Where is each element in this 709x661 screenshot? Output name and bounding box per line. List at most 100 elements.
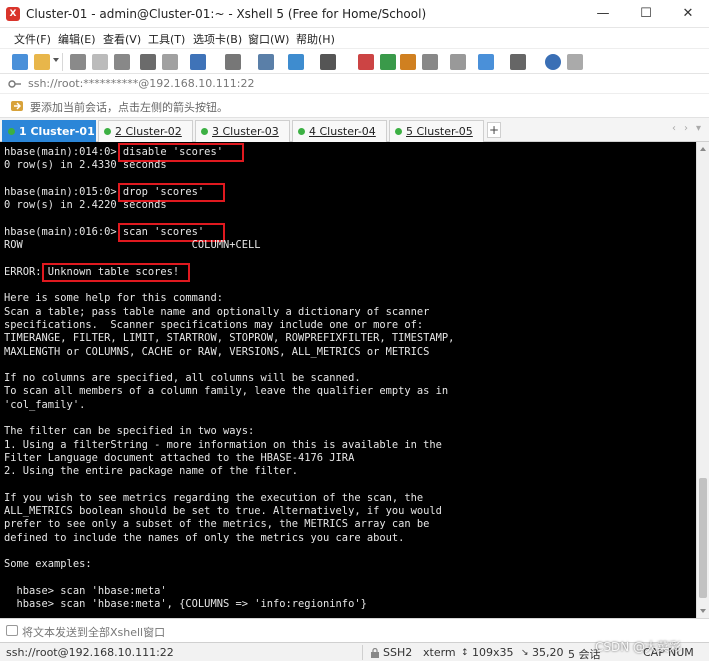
terminal-line: 1. Using a filterString - more informati… <box>4 438 442 451</box>
terminal-line: 2. Using the entire package name of the … <box>4 465 299 478</box>
terminal-line: Here is some help for this command: <box>4 292 223 305</box>
terminal-line: prefer to see only a subset of the metri… <box>4 518 430 531</box>
new-tab-icon[interactable] <box>478 54 494 70</box>
terminal-size-icon: ↕ <box>461 648 469 658</box>
maximize-button[interactable]: ☐ <box>628 3 664 25</box>
terminal-line: If no columns are specified, all columns… <box>4 372 361 385</box>
session-tab-bar: 1 Cluster-01 2 Cluster-02 3 Cluster-03 4… <box>0 118 709 142</box>
hint-bar: 要添加当前会话，点击左侧的箭头按钮。 <box>0 94 709 118</box>
network-icon[interactable] <box>190 54 206 70</box>
toolbar <box>0 48 709 74</box>
connected-status-icon <box>298 128 305 135</box>
terminal-line: ERROR: Unknown table scores! <box>4 265 180 278</box>
status-connection: ssh://root@192.168.10.111:22 <box>6 646 174 659</box>
terminal-line: MAXLENGTH or COLUMNS, CACHE or RAW, VERS… <box>4 345 430 358</box>
tab-scroll-left-icon[interactable]: ‹ <box>672 123 676 134</box>
status-protocol: SSH2 <box>383 646 413 659</box>
terminal-line: hbase(main):015:0> drop 'scores' <box>4 185 205 198</box>
layout-icon[interactable] <box>510 54 526 70</box>
close-button[interactable]: ✕ <box>670 3 706 25</box>
terminal-line: 'col_family'. <box>4 398 86 411</box>
toolbar-divider <box>62 53 63 71</box>
copy-icon[interactable] <box>92 54 108 70</box>
new-session-icon[interactable] <box>12 54 28 70</box>
terminal-line: hbase(main):016:0> scan 'scores' <box>4 225 205 238</box>
terminal-line: Filter Language document attached to the… <box>4 451 355 464</box>
status-divider <box>362 645 363 660</box>
more-icon[interactable] <box>567 54 583 70</box>
print-icon[interactable] <box>225 54 241 70</box>
terminal-scrollbar[interactable] <box>696 142 709 618</box>
connected-status-icon <box>104 128 111 135</box>
search-icon[interactable] <box>140 54 156 70</box>
properties-icon[interactable] <box>162 54 178 70</box>
terminal-line: 0 row(s) in 2.4330 seconds <box>4 159 167 172</box>
script-icon[interactable] <box>380 54 396 70</box>
terminal-line: ALL_METRICS boolean should be set to tru… <box>4 505 442 518</box>
terminal-line: ROW COLUMN+CELL <box>4 239 261 252</box>
keyboard-icon[interactable] <box>450 54 466 70</box>
title-bar: X Cluster-01 - admin@Cluster-01:~ - Xshe… <box>0 0 709 28</box>
terminal-line: defined to include the names of only the… <box>4 531 405 544</box>
terminal-line: To scan all members of a column family, … <box>4 385 449 398</box>
lock-screen-icon[interactable] <box>422 54 438 70</box>
xftp-icon[interactable] <box>358 54 374 70</box>
tab-cluster-03[interactable]: 3 Cluster-03 <box>195 120 290 142</box>
connected-status-icon <box>8 128 15 135</box>
cursor-position-icon: ↘ <box>521 648 529 658</box>
paste-icon[interactable] <box>114 54 130 70</box>
menu-tabs[interactable]: 选项卡(B) <box>193 31 242 47</box>
globe-icon[interactable] <box>288 54 304 70</box>
status-terminal-type: xterm <box>423 646 456 659</box>
scroll-down-icon[interactable] <box>700 609 706 613</box>
menu-tools[interactable]: 工具(T) <box>148 31 185 47</box>
compose-placeholder[interactable]: 将文本发送到全部Xshell窗口 <box>22 624 165 640</box>
terminal-line: The filter can be specified in two ways: <box>4 425 255 438</box>
tab-cluster-02[interactable]: 2 Cluster-02 <box>98 120 193 142</box>
connected-status-icon <box>201 128 208 135</box>
tab-scroll-right-icon[interactable]: › <box>684 123 688 134</box>
menu-help[interactable]: 帮助(H) <box>296 31 335 47</box>
connected-status-icon <box>395 128 402 135</box>
tab-cluster-04[interactable]: 4 Cluster-04 <box>292 120 387 142</box>
watermark: CSDN @大菜彩 <box>595 640 682 654</box>
address-bar[interactable]: ssh://root:**********@192.168.10.111:22 <box>0 74 709 94</box>
tab-list-icon[interactable]: ▾ <box>696 123 701 134</box>
chevron-down-icon[interactable] <box>53 58 59 62</box>
font-icon[interactable] <box>320 54 336 70</box>
tab-cluster-05[interactable]: 5 Cluster-05 <box>389 120 484 142</box>
terminal-line: hbase> scan 'hbase:meta', {COLUMNS => 'i… <box>4 598 367 611</box>
terminal-line: specifications. Scanner specifications m… <box>4 318 424 331</box>
terminal-line: hbase(main):014:0> disable 'scores' <box>4 146 223 158</box>
terminal-line: Scan a table; pass table name and option… <box>4 305 430 318</box>
session-address[interactable]: ssh://root:**********@192.168.10.111:22 <box>28 77 255 90</box>
tab-cluster-01[interactable]: 1 Cluster-01 <box>2 120 96 142</box>
minimize-button[interactable]: — <box>585 3 621 25</box>
terminal-line: TIMERANGE, FILTER, LIMIT, STARTROW, STOP… <box>4 332 455 345</box>
menu-edit[interactable]: 编辑(E) <box>58 31 96 47</box>
terminal-area[interactable]: hbase(main):014:0> disable 'scores' 0 row… <box>0 142 696 618</box>
terminal-line: Some examples: <box>4 558 92 571</box>
scroll-up-icon[interactable] <box>700 147 706 151</box>
reconnect-icon[interactable] <box>70 54 86 70</box>
menu-window[interactable]: 窗口(W) <box>248 31 289 47</box>
menu-view[interactable]: 查看(V) <box>103 31 141 47</box>
status-terminal-size: 109x35 <box>472 646 514 659</box>
window-title: Cluster-01 - admin@Cluster-01:~ - Xshell… <box>26 7 427 21</box>
menu-file[interactable]: 文件(F) <box>14 31 51 47</box>
key-icon <box>8 80 21 88</box>
menu-bar: 文件(F) 编辑(E) 查看(V) 工具(T) 选项卡(B) 窗口(W) 帮助(… <box>0 28 709 48</box>
add-tab-button[interactable]: + <box>487 122 501 138</box>
session-manager-icon[interactable] <box>258 54 274 70</box>
terminal-line: If you wish to see metrics regarding the… <box>4 491 424 504</box>
hint-text: 要添加当前会话，点击左侧的箭头按钮。 <box>30 101 228 114</box>
lock-icon <box>371 648 379 658</box>
xshell-app-icon: X <box>6 7 20 21</box>
open-folder-icon[interactable] <box>34 54 50 70</box>
help-icon[interactable] <box>545 54 561 70</box>
transfer-icon[interactable] <box>400 54 416 70</box>
terminal-line: hbase> scan 'hbase:meta' <box>4 584 167 597</box>
scroll-thumb[interactable] <box>699 478 707 598</box>
status-cursor-position: 35,20 <box>532 646 564 659</box>
arrow-pin-icon[interactable] <box>10 99 24 113</box>
